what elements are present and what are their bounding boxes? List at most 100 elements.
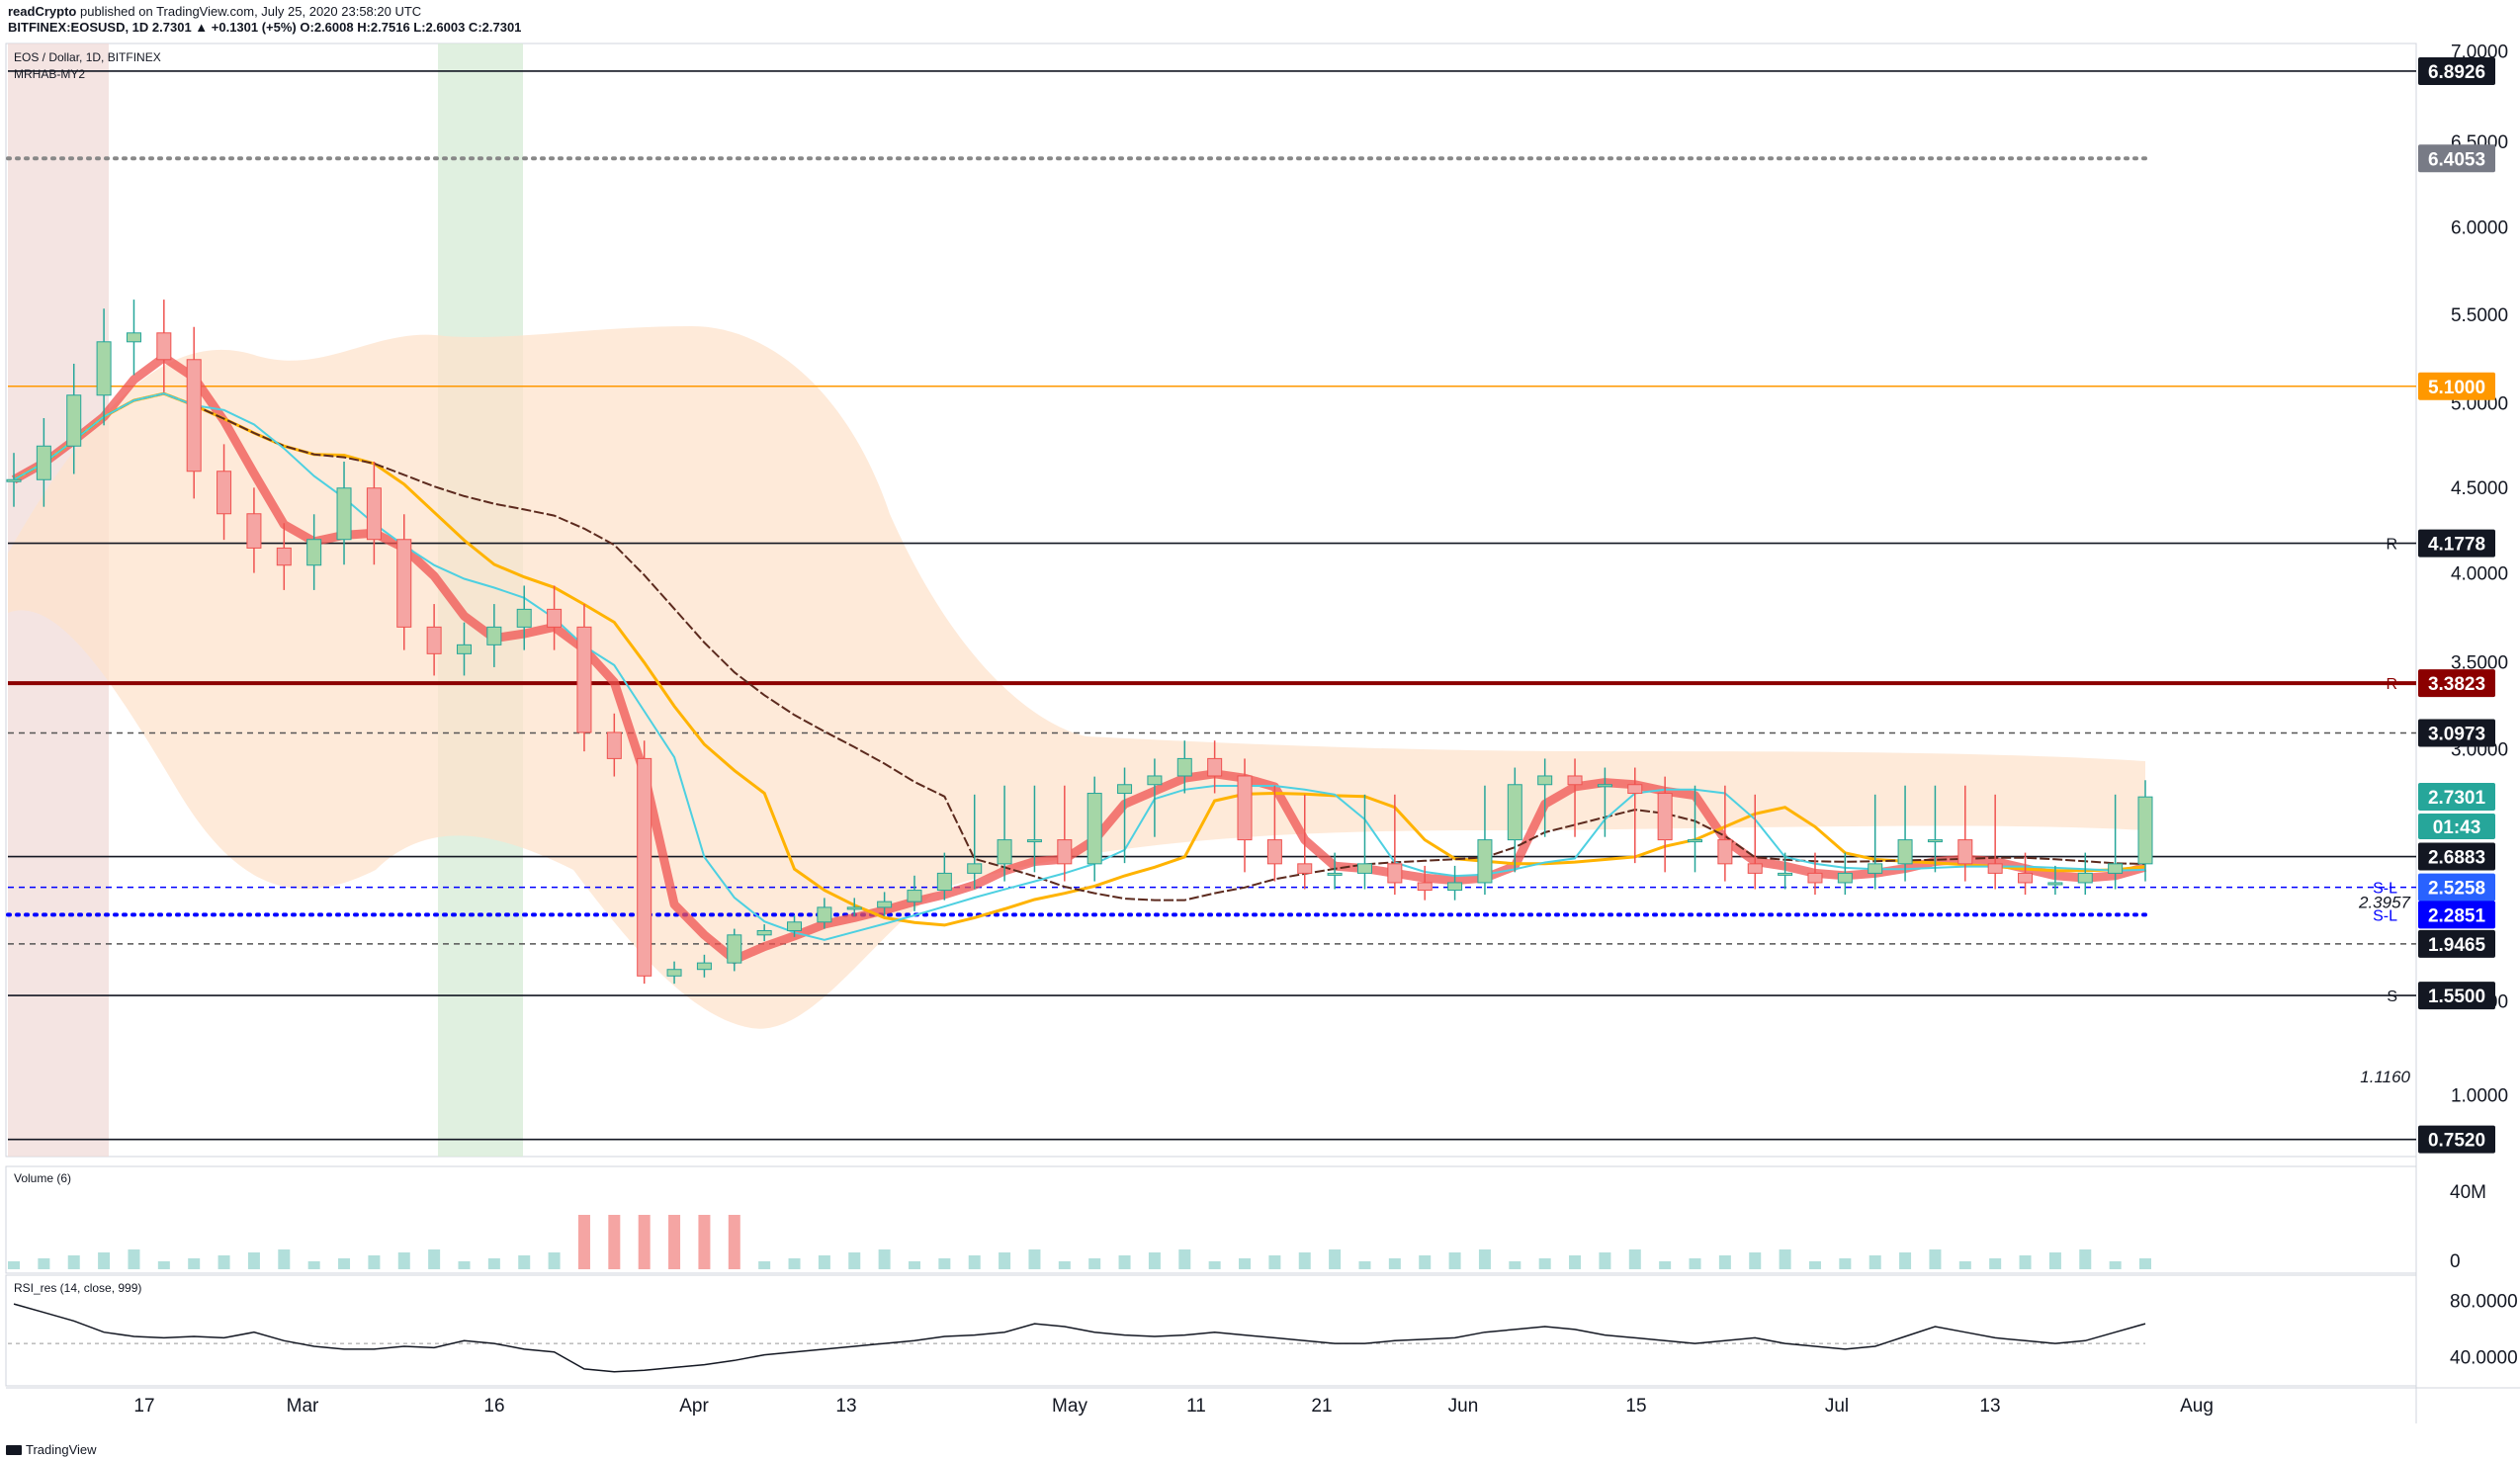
price-tag-label: 6.4053 xyxy=(2428,149,2485,170)
volume-bar xyxy=(1388,1258,1401,1269)
candle xyxy=(1237,775,1253,841)
volume-bar xyxy=(938,1258,951,1269)
volume-bar xyxy=(518,1255,531,1269)
candle xyxy=(1117,784,1133,795)
candle xyxy=(1147,775,1163,786)
rsi-tick-label: 80.0000 xyxy=(2450,1291,2518,1312)
x-tick-label: 15 xyxy=(1625,1396,1646,1417)
y-tick-label: 5.5000 xyxy=(2451,305,2508,326)
volume-bar xyxy=(908,1261,920,1269)
volume-bar xyxy=(1808,1261,1821,1269)
volume-bar xyxy=(577,1215,590,1269)
volume-tick-label: 0 xyxy=(2450,1251,2461,1272)
volume-bar xyxy=(38,1258,50,1269)
candle xyxy=(576,626,592,733)
candle xyxy=(1897,839,1913,865)
candle xyxy=(1597,784,1612,788)
x-tick-label: Jun xyxy=(1448,1396,1479,1417)
volume-bar xyxy=(758,1261,771,1269)
level-marker: S xyxy=(2387,988,2397,1005)
candle xyxy=(1717,839,1733,865)
candle xyxy=(846,906,862,910)
price-tag-label: 5.1000 xyxy=(2428,378,2485,398)
candle xyxy=(2137,796,2153,865)
volume-bar xyxy=(338,1258,351,1269)
volume-bar xyxy=(2079,1249,2092,1269)
y-tick-label: 1.0000 xyxy=(2451,1086,2508,1107)
volume-bar xyxy=(1448,1252,1461,1269)
volume-bar xyxy=(157,1261,170,1269)
candle xyxy=(1447,882,1463,892)
volume-bar xyxy=(67,1255,80,1269)
volume-bar xyxy=(548,1252,561,1269)
candle xyxy=(1477,839,1493,884)
volume-bar xyxy=(2019,1255,2032,1269)
footer-brand-text: TradingView xyxy=(26,1442,97,1457)
candle xyxy=(36,445,51,480)
volume-bar xyxy=(1419,1255,1432,1269)
volume-bar xyxy=(878,1249,891,1269)
price-tag-label: 2.7301 xyxy=(2428,788,2486,809)
volume-bar xyxy=(458,1261,471,1269)
volume-bar xyxy=(1599,1252,1611,1269)
candle xyxy=(666,969,682,977)
candle xyxy=(907,890,922,902)
x-tick-label: Apr xyxy=(679,1396,709,1417)
candle xyxy=(1778,872,1793,876)
candle xyxy=(1627,784,1643,795)
candle xyxy=(696,962,712,971)
candle xyxy=(1356,863,1372,874)
volume-bar xyxy=(1148,1252,1161,1269)
candle xyxy=(547,608,563,628)
candle xyxy=(186,359,202,473)
volume-bar xyxy=(2048,1252,2061,1269)
volume-bar xyxy=(1929,1249,1942,1269)
volume-bar xyxy=(1899,1252,1912,1269)
price-tag-label: 1.5500 xyxy=(2428,987,2485,1007)
candle xyxy=(396,539,412,628)
indicator-label: MRHAB-MY2 xyxy=(14,67,85,81)
volume-bar xyxy=(999,1252,1011,1269)
volume-bar xyxy=(368,1255,381,1269)
price-tag-label: 2.2851 xyxy=(2428,905,2486,926)
candle xyxy=(1086,793,1102,865)
candle xyxy=(877,901,893,908)
volume-bar xyxy=(728,1215,740,1269)
volume-bar xyxy=(638,1215,651,1269)
symbol-label: EOS / Dollar, 1D, BITFINEX xyxy=(14,50,161,64)
candle xyxy=(936,872,952,892)
volume-bar xyxy=(1569,1255,1582,1269)
volume-bar xyxy=(608,1215,621,1269)
candle xyxy=(787,921,803,931)
candle xyxy=(817,906,832,923)
volume-bar xyxy=(217,1255,230,1269)
price-tag-label: 3.0973 xyxy=(2428,724,2485,744)
x-tick-label: 17 xyxy=(133,1396,154,1417)
volume-bar xyxy=(397,1252,410,1269)
volume-bar xyxy=(1329,1249,1342,1269)
price-tag-label: 3.3823 xyxy=(2428,674,2485,695)
candle xyxy=(366,487,382,541)
volume-bar xyxy=(1839,1258,1852,1269)
volume-bar xyxy=(1088,1258,1101,1269)
candle xyxy=(336,487,352,541)
price-chart[interactable]: RRS-LS-LS2.39571.1160 7.00006.50006.0000… xyxy=(0,0,2520,1461)
volume-bar xyxy=(668,1215,681,1269)
volume-bar xyxy=(1718,1255,1731,1269)
candle xyxy=(2047,882,2063,886)
volume-bar xyxy=(8,1261,20,1269)
y-tick-label: 4.0000 xyxy=(2451,563,2508,584)
price-tag-label: 2.5258 xyxy=(2428,879,2485,900)
candle xyxy=(2108,863,2124,874)
x-tick-label: Jul xyxy=(1825,1396,1849,1417)
candle xyxy=(486,626,502,645)
volume-bar xyxy=(128,1249,140,1269)
volume-bar xyxy=(2109,1261,2122,1269)
candle xyxy=(2018,872,2034,884)
volume-bar xyxy=(848,1252,861,1269)
rsi-tick-label: 40.0000 xyxy=(2450,1347,2518,1368)
volume-tick-label: 40M xyxy=(2450,1182,2486,1203)
x-tick-label: 21 xyxy=(1311,1396,1332,1417)
candle xyxy=(1987,863,2003,874)
x-tick-label: Aug xyxy=(2180,1396,2214,1417)
